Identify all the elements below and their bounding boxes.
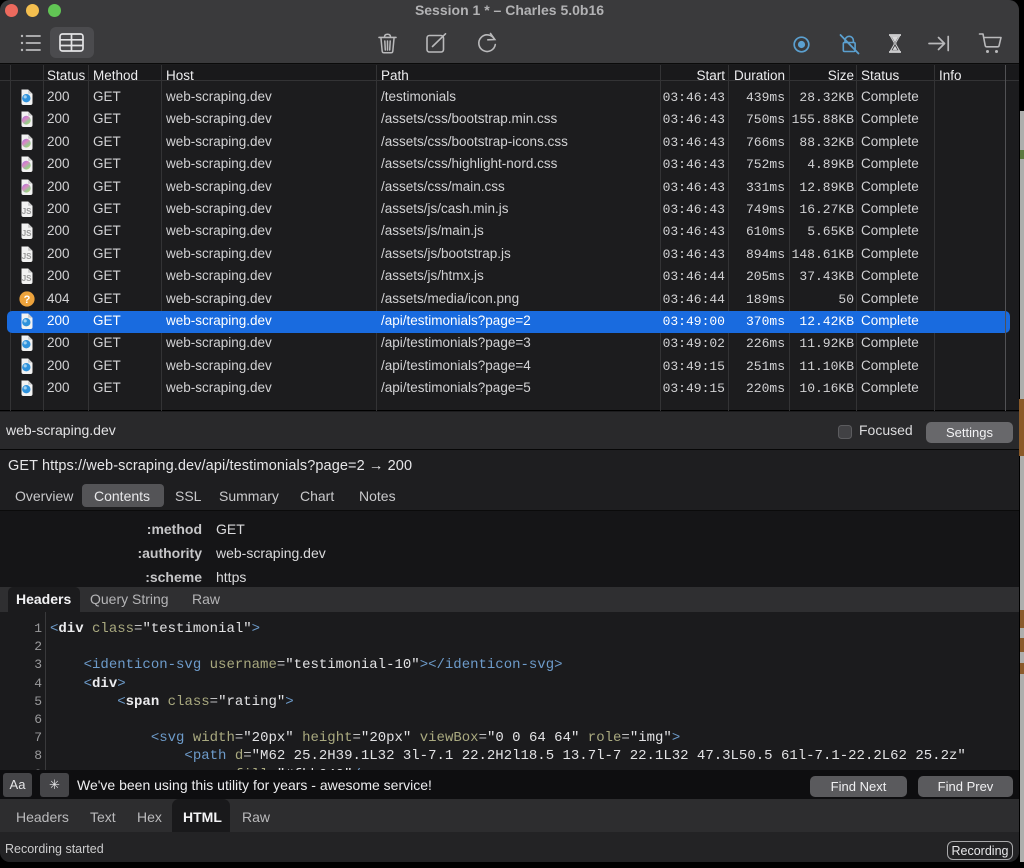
svg-text:JS: JS — [22, 274, 32, 283]
svg-text:JS: JS — [22, 229, 32, 238]
svg-text:JS: JS — [22, 207, 32, 216]
svg-text:?: ? — [24, 294, 31, 306]
svg-text:JS: JS — [22, 252, 32, 261]
